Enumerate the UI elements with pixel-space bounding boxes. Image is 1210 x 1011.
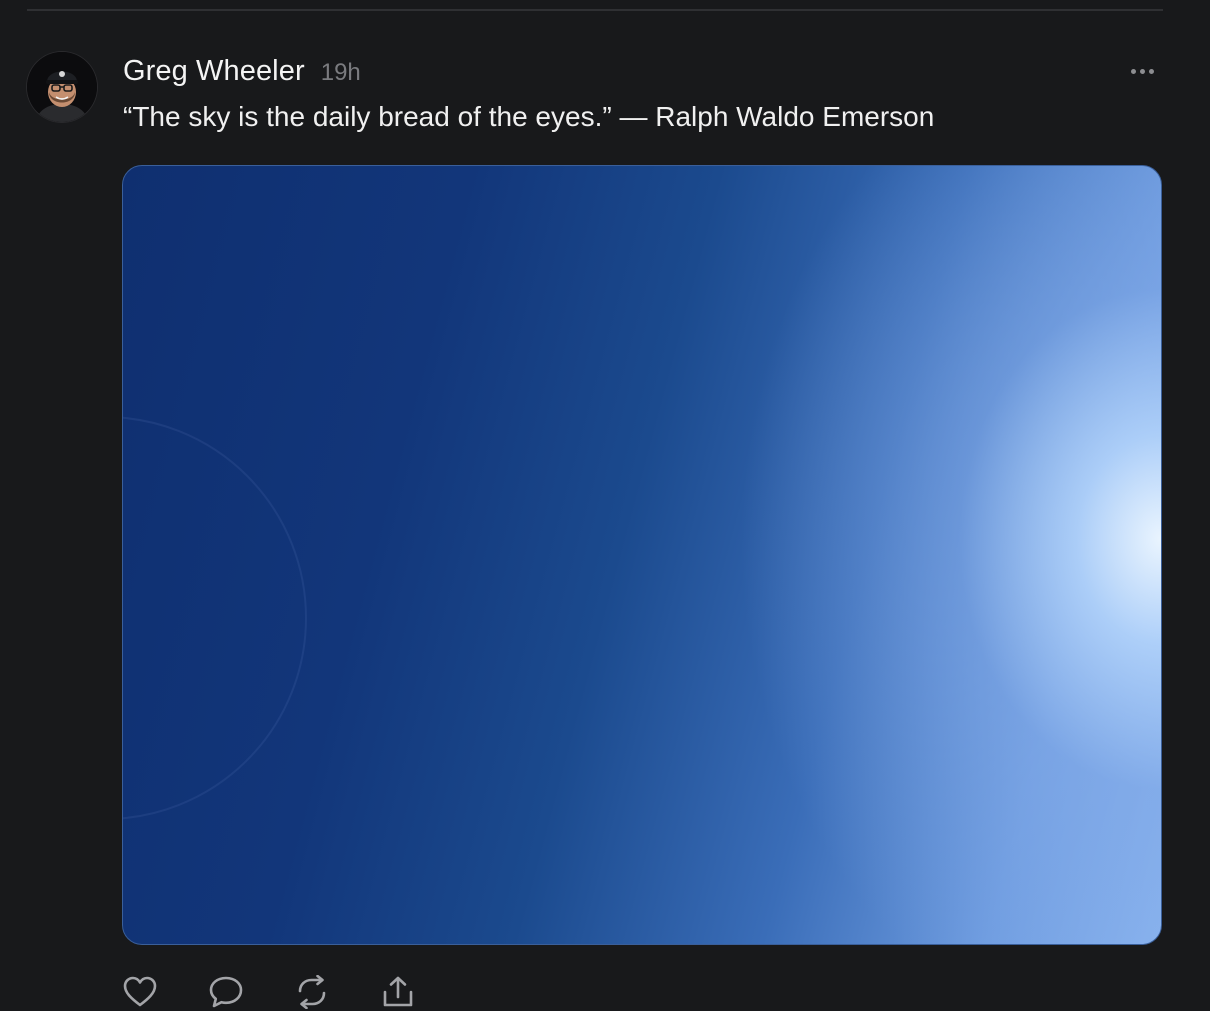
post-photo[interactable] bbox=[122, 165, 1162, 945]
lens-flare bbox=[123, 416, 307, 820]
like-button[interactable] bbox=[122, 975, 158, 1011]
avatar[interactable] bbox=[27, 52, 97, 122]
post-text: “The sky is the daily bread of the eyes.… bbox=[123, 101, 935, 132]
comment-icon bbox=[209, 976, 243, 1008]
share-button[interactable] bbox=[380, 975, 416, 1011]
avatar-image bbox=[27, 52, 97, 122]
more-options-button[interactable] bbox=[1126, 60, 1158, 82]
comment-button[interactable] bbox=[208, 975, 244, 1011]
repost-button[interactable] bbox=[294, 975, 330, 1011]
repost-icon bbox=[298, 975, 326, 1009]
post-header: Greg Wheeler 19h bbox=[123, 55, 361, 91]
post: Greg Wheeler 19h “The sky is the daily b… bbox=[0, 0, 1210, 1010]
share-icon bbox=[383, 976, 413, 1007]
post-time[interactable]: 19h bbox=[321, 59, 361, 87]
author-name[interactable]: Greg Wheeler bbox=[123, 55, 305, 88]
heart-icon bbox=[123, 976, 157, 1007]
action-bar bbox=[122, 975, 416, 1011]
